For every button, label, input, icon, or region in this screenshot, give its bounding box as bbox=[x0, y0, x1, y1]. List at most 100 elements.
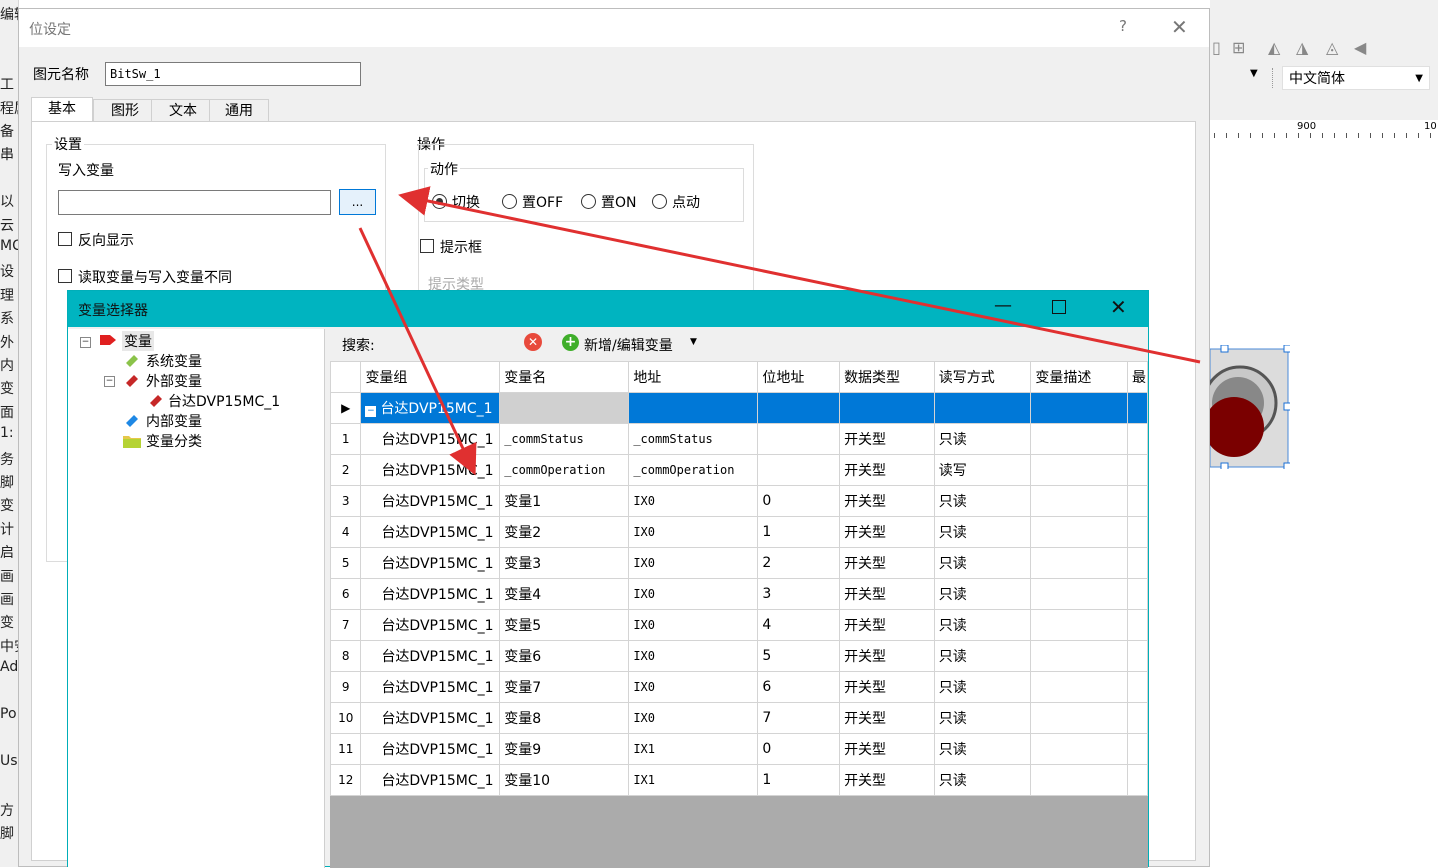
cell-type[interactable]: 开关型 bbox=[839, 609, 935, 641]
cell-name[interactable]: 变量9 bbox=[499, 733, 630, 765]
flip-horizontal-icon[interactable]: ◀ bbox=[1354, 38, 1366, 57]
cell-type[interactable]: 开关型 bbox=[839, 702, 935, 734]
collapse-icon[interactable]: − bbox=[365, 406, 377, 417]
cell-rw[interactable]: 只读 bbox=[933, 423, 1032, 455]
cell-group[interactable]: 台达DVP15MC_1 bbox=[360, 764, 501, 796]
column-header[interactable]: 变量组 bbox=[360, 361, 501, 393]
cell-group[interactable]: 台达DVP15MC_1 bbox=[360, 423, 501, 455]
tab-text[interactable]: 文本 bbox=[151, 99, 215, 121]
align-icon[interactable]: ▯ bbox=[1212, 38, 1221, 57]
cell-bit[interactable]: 4 bbox=[757, 609, 841, 641]
cell-desc[interactable] bbox=[1030, 764, 1128, 796]
cell-name[interactable]: 变量6 bbox=[499, 640, 630, 672]
action-jog-radio[interactable] bbox=[652, 194, 667, 209]
bit-switch-graphic[interactable] bbox=[1210, 345, 1290, 469]
cell-bit[interactable]: 1 bbox=[757, 516, 841, 548]
cell-type[interactable]: 开关型 bbox=[839, 547, 935, 579]
flip-vertical-icon[interactable]: ◬ bbox=[1326, 38, 1338, 57]
cell-rw[interactable]: 只读 bbox=[933, 764, 1032, 796]
column-header[interactable]: 最 bbox=[1126, 361, 1148, 393]
chevron-down-icon[interactable]: ▼ bbox=[1250, 68, 1258, 79]
cell-group[interactable]: 台达DVP15MC_1 bbox=[360, 702, 501, 734]
action-toggle-radio[interactable] bbox=[432, 194, 447, 209]
read-write-different-checkbox[interactable] bbox=[58, 269, 72, 283]
cell-name[interactable]: _commStatus bbox=[499, 423, 630, 455]
cell-addr[interactable]: IX0 bbox=[628, 640, 759, 672]
cell-rw[interactable]: 只读 bbox=[933, 485, 1032, 517]
cell-name[interactable]: 变量7 bbox=[499, 671, 630, 703]
rotate-right-icon[interactable]: ◮ bbox=[1296, 38, 1308, 57]
clear-search-icon[interactable]: ✕ bbox=[524, 333, 542, 351]
cell-type[interactable]: 开关型 bbox=[839, 671, 935, 703]
close-button[interactable]: ✕ bbox=[1110, 295, 1127, 319]
cell-addr[interactable]: IX0 bbox=[628, 702, 759, 734]
table-row[interactable]: 3 台达DVP15MC_1 变量1 IX0 0 开关型 只读 bbox=[330, 485, 1148, 517]
search-input[interactable] bbox=[394, 332, 524, 354]
cell-group[interactable]: 台达DVP15MC_1 bbox=[360, 609, 501, 641]
help-button[interactable]: ? bbox=[1119, 17, 1127, 35]
cell-desc[interactable] bbox=[1030, 702, 1128, 734]
tree-node-variable-category[interactable]: 变量分类 bbox=[146, 431, 202, 451]
cell-rw[interactable]: 只读 bbox=[933, 547, 1032, 579]
cell-desc[interactable] bbox=[1030, 547, 1128, 579]
maximize-button[interactable] bbox=[1052, 300, 1066, 314]
cell-desc[interactable] bbox=[1030, 609, 1128, 641]
selector-titlebar[interactable]: 变量选择器 — ✕ bbox=[68, 291, 1148, 327]
cell-group[interactable]: 台达DVP15MC_1 bbox=[360, 733, 501, 765]
cell-bit[interactable]: 3 bbox=[757, 578, 841, 610]
cell-type[interactable]: 开关型 bbox=[839, 516, 935, 548]
action-set-on-radio[interactable] bbox=[581, 194, 596, 209]
cell-name[interactable]: _commOperation bbox=[499, 454, 630, 486]
cell-bit[interactable]: 6 bbox=[757, 671, 841, 703]
cell-desc[interactable] bbox=[1030, 640, 1128, 672]
table-row[interactable]: 4 台达DVP15MC_1 变量2 IX0 1 开关型 只读 bbox=[330, 516, 1148, 548]
cell-name[interactable]: 变量3 bbox=[499, 547, 630, 579]
cell-name[interactable]: 变量5 bbox=[499, 609, 630, 641]
cell-name[interactable]: 变量1 bbox=[499, 485, 630, 517]
cell-group[interactable]: 台达DVP15MC_1 bbox=[360, 547, 501, 579]
tab-general[interactable]: 通用 bbox=[209, 99, 269, 121]
cell-desc[interactable] bbox=[1030, 578, 1128, 610]
tip-box-checkbox[interactable] bbox=[420, 239, 434, 253]
column-header[interactable]: 地址 bbox=[628, 361, 759, 393]
group-row[interactable]: ▶ − 台达DVP15MC_1 bbox=[330, 392, 1148, 424]
table-row[interactable]: 6 台达DVP15MC_1 变量4 IX0 3 开关型 只读 bbox=[330, 578, 1148, 610]
cell-name[interactable]: 变量2 bbox=[499, 516, 630, 548]
cell-name[interactable]: 变量4 bbox=[499, 578, 630, 610]
chevron-down-icon[interactable]: ▼ bbox=[690, 337, 697, 347]
cell-addr[interactable]: IX0 bbox=[628, 671, 759, 703]
cell-type[interactable]: 开关型 bbox=[839, 764, 935, 796]
cell-group[interactable]: 台达DVP15MC_1 bbox=[360, 485, 501, 517]
collapse-icon[interactable]: − bbox=[80, 337, 91, 348]
table-row[interactable]: 11 台达DVP15MC_1 变量9 IX1 0 开关型 只读 bbox=[330, 733, 1148, 765]
element-name-input[interactable]: BitSw_1 bbox=[105, 62, 361, 86]
action-set-off-radio[interactable] bbox=[502, 194, 517, 209]
add-icon[interactable]: + bbox=[562, 334, 579, 351]
tree-node-system-variables[interactable]: 系统变量 bbox=[146, 351, 202, 371]
cell-type[interactable]: 开关型 bbox=[839, 733, 935, 765]
cell-addr[interactable]: IX1 bbox=[628, 764, 759, 796]
cell-addr[interactable]: IX0 bbox=[628, 547, 759, 579]
selected-cell[interactable] bbox=[499, 392, 630, 424]
table-row[interactable]: 12 台达DVP15MC_1 变量10 IX1 1 开关型 只读 bbox=[330, 764, 1148, 796]
cell-desc[interactable] bbox=[1030, 454, 1128, 486]
table-row[interactable]: 9 台达DVP15MC_1 变量7 IX0 6 开关型 只读 bbox=[330, 671, 1148, 703]
group-icon[interactable]: ⊞ bbox=[1232, 38, 1245, 57]
dialog-titlebar[interactable]: 位设定 ? ✕ bbox=[19, 9, 1209, 47]
cell-bit[interactable] bbox=[757, 454, 841, 486]
cell-group[interactable]: 台达DVP15MC_1 bbox=[360, 671, 501, 703]
cell-bit[interactable]: 2 bbox=[757, 547, 841, 579]
add-edit-variable-button[interactable]: 新增/编辑变量 bbox=[584, 335, 673, 355]
cell-rw[interactable]: 读写 bbox=[933, 454, 1032, 486]
tree-node-internal-variables[interactable]: 内部变量 bbox=[146, 411, 202, 431]
cell-addr[interactable]: IX0 bbox=[628, 485, 759, 517]
cell-desc[interactable] bbox=[1030, 423, 1128, 455]
cell-rw[interactable]: 只读 bbox=[933, 671, 1032, 703]
cell-rw[interactable]: 只读 bbox=[933, 516, 1032, 548]
cell-bit[interactable] bbox=[757, 423, 841, 455]
cell-name[interactable]: 变量8 bbox=[499, 702, 630, 734]
rotate-left-icon[interactable]: ◭ bbox=[1268, 38, 1280, 57]
cell-addr[interactable]: _commStatus bbox=[628, 423, 759, 455]
cell-bit[interactable]: 5 bbox=[757, 640, 841, 672]
tab-graphic[interactable]: 图形 bbox=[93, 99, 157, 121]
